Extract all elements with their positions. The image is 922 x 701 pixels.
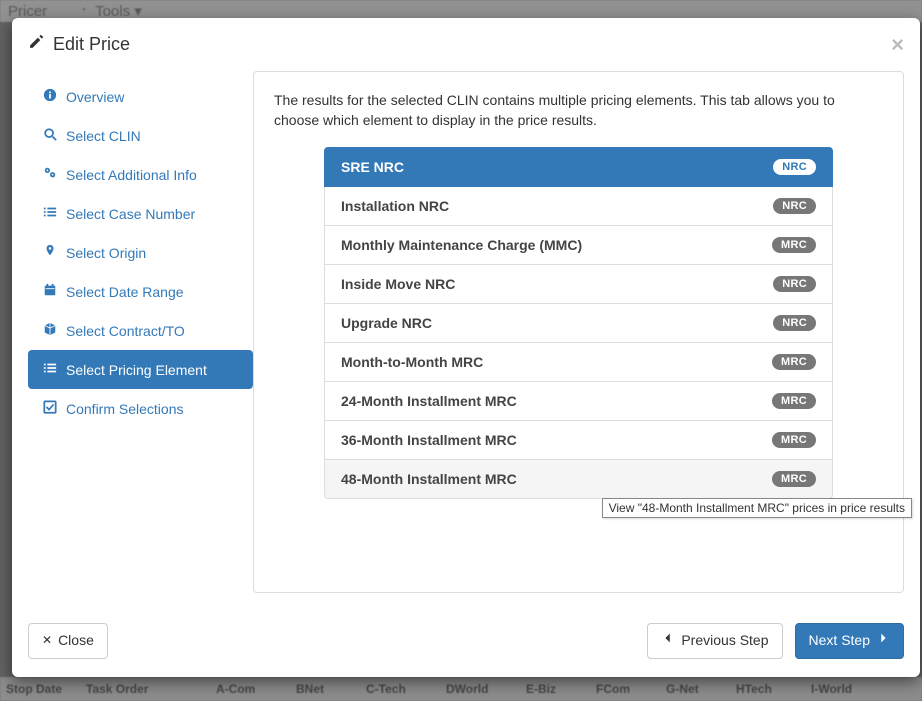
wizard-step-label: Confirm Selections xyxy=(66,401,184,417)
pricing-element-label: Upgrade NRC xyxy=(341,315,432,331)
pricing-element-badge: MRC xyxy=(772,471,816,487)
pricing-element-badge: MRC xyxy=(772,393,816,409)
wizard-step-label: Overview xyxy=(66,89,124,105)
pricing-element-label: Installation NRC xyxy=(341,198,449,214)
pricing-element-label: Monthly Maintenance Charge (MMC) xyxy=(341,237,582,253)
pricing-element-item[interactable]: Month-to-Month MRC MRC xyxy=(324,343,833,382)
modal-footer: ✕ Close Previous Step Next Step xyxy=(12,609,920,677)
list-icon xyxy=(42,205,58,222)
check-icon xyxy=(42,400,58,417)
wizard-step-select-additional-info[interactable]: Select Additional Info xyxy=(28,155,253,194)
wizard-step-label: Select Date Range xyxy=(66,284,184,300)
cogs-icon xyxy=(42,166,58,183)
pricing-element-item[interactable]: 48-Month Installment MRCMRCView "48-Mont… xyxy=(324,460,833,499)
edit-icon xyxy=(28,32,45,57)
pin-icon xyxy=(42,244,58,261)
close-button[interactable]: ✕ Close xyxy=(28,623,108,659)
search-icon xyxy=(42,127,58,144)
list-icon xyxy=(42,361,58,378)
wizard-step-select-case-number[interactable]: Select Case Number xyxy=(28,194,253,233)
pricing-element-item[interactable]: 24-Month Installment MRC MRC xyxy=(324,382,833,421)
pricing-element-list: SRE NRC NRC Installation NRC NRC Monthly Mai… xyxy=(324,147,833,499)
wizard-step-select-pricing-element[interactable]: Select Pricing Element xyxy=(28,350,253,389)
pricing-element-badge: NRC xyxy=(773,198,816,214)
wizard-sidebar: Overview Select CLIN Select Additional Inf… xyxy=(28,71,253,593)
edit-price-modal: Edit Price × Overview Select CLIN Select A… xyxy=(12,18,920,677)
cube-icon xyxy=(42,322,58,339)
wizard-step-label: Select Contract/TO xyxy=(66,323,185,339)
pricing-element-item[interactable]: SRE NRC NRC xyxy=(324,147,833,187)
pricing-element-item[interactable]: Installation NRC NRC xyxy=(324,187,833,226)
pricing-element-badge: MRC xyxy=(772,354,816,370)
tooltip: View "48-Month Installment MRC" prices i… xyxy=(602,498,912,518)
wizard-step-confirm-selections[interactable]: Confirm Selections xyxy=(28,389,253,428)
pricing-element-panel: The results for the selected CLIN contai… xyxy=(253,71,904,593)
panel-intro-text: The results for the selected CLIN contai… xyxy=(274,90,883,131)
pricing-element-label: Month-to-Month MRC xyxy=(341,354,483,370)
calendar-icon xyxy=(42,283,58,300)
modal-title: Edit Price xyxy=(28,32,130,57)
wizard-step-label: Select Case Number xyxy=(66,206,195,222)
pricing-element-badge: NRC xyxy=(773,276,816,292)
pricing-element-item[interactable]: Monthly Maintenance Charge (MMC) MRC xyxy=(324,226,833,265)
pricing-element-item[interactable]: 36-Month Installment MRC MRC xyxy=(324,421,833,460)
wizard-step-label: Select Pricing Element xyxy=(66,362,207,378)
pricing-element-label: 24-Month Installment MRC xyxy=(341,393,517,409)
wizard-step-label: Select CLIN xyxy=(66,128,141,144)
next-step-button[interactable]: Next Step xyxy=(795,623,904,659)
pricing-element-badge: MRC xyxy=(772,432,816,448)
pricing-element-label: Inside Move NRC xyxy=(341,276,455,292)
wizard-step-label: Select Origin xyxy=(66,245,146,261)
wizard-step-select-origin[interactable]: Select Origin xyxy=(28,233,253,272)
close-icon[interactable]: × xyxy=(891,34,904,56)
close-x-icon: ✕ xyxy=(42,632,52,649)
wizard-step-label: Select Additional Info xyxy=(66,167,197,183)
pricing-element-item[interactable]: Inside Move NRC NRC xyxy=(324,265,833,304)
chevron-left-icon xyxy=(661,631,675,651)
pricing-element-badge: NRC xyxy=(773,159,816,175)
pricing-element-badge: MRC xyxy=(772,237,816,253)
pricing-element-label: 36-Month Installment MRC xyxy=(341,432,517,448)
wizard-step-select-clin[interactable]: Select CLIN xyxy=(28,116,253,155)
pricing-element-item[interactable]: Upgrade NRC NRC xyxy=(324,304,833,343)
pricing-element-label: SRE NRC xyxy=(341,159,404,175)
chevron-right-icon xyxy=(876,631,890,651)
pricing-element-badge: NRC xyxy=(773,315,816,331)
modal-header: Edit Price × xyxy=(12,18,920,71)
info-icon xyxy=(42,88,58,105)
pricing-element-label: 48-Month Installment MRC xyxy=(341,471,517,487)
wizard-step-select-contract-to[interactable]: Select Contract/TO xyxy=(28,311,253,350)
wizard-step-overview[interactable]: Overview xyxy=(28,77,253,116)
wizard-step-select-date-range[interactable]: Select Date Range xyxy=(28,272,253,311)
previous-step-button[interactable]: Previous Step xyxy=(647,623,782,659)
